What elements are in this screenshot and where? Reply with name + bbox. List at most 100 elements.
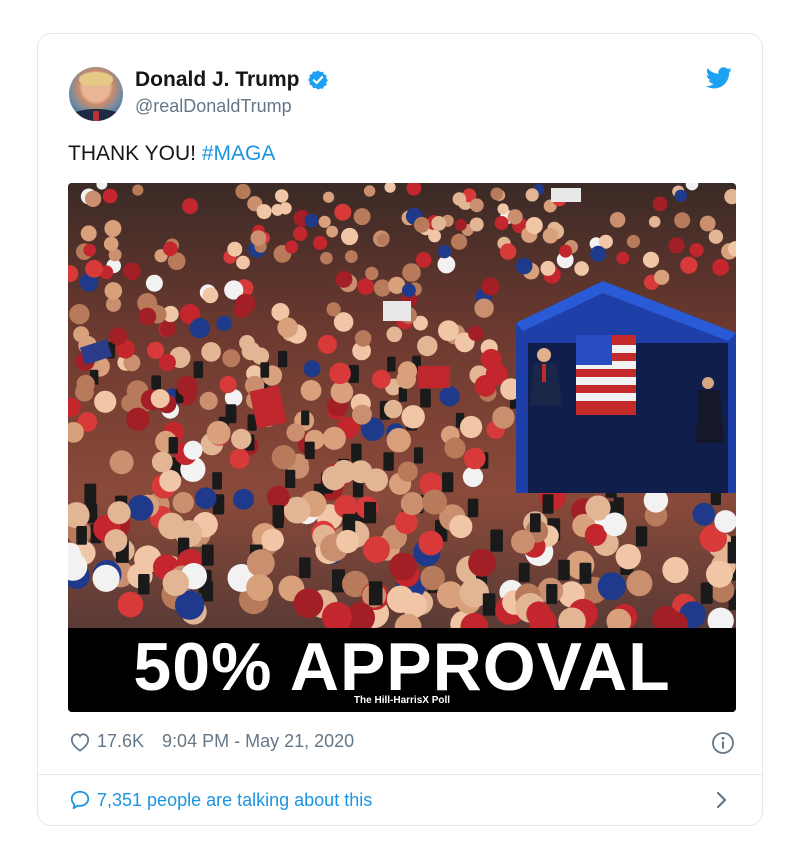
- crowd-head: [219, 376, 237, 394]
- crowd-head: [652, 196, 668, 212]
- crowd-head: [251, 347, 270, 365]
- crowd-head: [615, 544, 641, 570]
- crowd-head: [499, 243, 517, 260]
- crowd-head: [341, 227, 359, 246]
- crowd-head: [699, 215, 716, 232]
- author-name[interactable]: Donald J. Trump: [135, 68, 300, 92]
- crowd-head: [317, 334, 337, 354]
- twitter-bird-icon[interactable]: [706, 67, 732, 89]
- hashtag-link[interactable]: #MAGA: [202, 142, 276, 165]
- crowd-head: [271, 445, 296, 470]
- phone-in-hand: [442, 472, 454, 493]
- crowd-head: [233, 488, 255, 510]
- crowd-head: [145, 274, 163, 292]
- like-count[interactable]: 17.6K: [97, 731, 144, 752]
- phone-in-hand: [299, 557, 311, 578]
- crowd-head: [202, 287, 219, 304]
- phone-in-hand: [700, 582, 713, 604]
- crowd-head: [304, 213, 319, 228]
- crowd-head: [84, 190, 102, 207]
- crowd-head: [413, 216, 430, 233]
- crowd-head: [609, 212, 626, 228]
- crowd-head: [452, 192, 467, 206]
- phone-in-hand: [260, 362, 270, 378]
- crowd-head: [322, 426, 346, 450]
- crowd-head: [103, 236, 119, 252]
- crowd-head: [123, 262, 141, 281]
- phone-in-hand: [635, 526, 648, 547]
- crowd-head: [92, 564, 120, 592]
- crowd-head: [104, 282, 123, 300]
- crowd-head: [344, 250, 358, 263]
- tweet-media-image[interactable]: 50% APPROVAL The Hill-HarrisX Poll: [68, 183, 736, 712]
- crowd-head: [353, 208, 371, 226]
- crowd-head: [127, 495, 154, 521]
- crowd-head: [714, 510, 736, 533]
- crowd-head: [256, 204, 272, 220]
- poll-source-label: The Hill-HarrisX Poll: [353, 695, 451, 706]
- phone-in-hand: [542, 494, 554, 514]
- phone-in-hand: [727, 541, 736, 564]
- author-name-row[interactable]: Donald J. Trump: [135, 68, 329, 92]
- crowd-head: [318, 215, 331, 228]
- crowd-head: [603, 512, 627, 537]
- phone-in-hand: [387, 356, 396, 372]
- conversation-count-text[interactable]: 7,351 people are talking about this: [97, 790, 372, 811]
- phone-in-hand: [301, 410, 310, 426]
- phone-in-hand: [76, 526, 87, 545]
- crowd-head: [158, 512, 185, 540]
- phone-in-hand: [304, 441, 315, 460]
- crowd-head: [363, 536, 390, 563]
- phone-in-hand: [84, 483, 97, 505]
- crowd-head: [438, 320, 459, 341]
- info-icon[interactable]: [711, 731, 735, 755]
- crowd-head: [233, 302, 250, 319]
- crowd-head: [437, 255, 456, 274]
- conversation-link[interactable]: 7,351 people are talking about this: [69, 789, 372, 811]
- phone-in-hand: [467, 498, 479, 518]
- phone-in-hand: [482, 593, 496, 616]
- crowd-head: [235, 183, 251, 200]
- crowd-head: [176, 375, 198, 398]
- phone-in-hand: [364, 501, 377, 524]
- crowd-head: [454, 218, 467, 231]
- crowd-head: [511, 529, 535, 554]
- crowd-head: [384, 399, 403, 419]
- crowd-head: [286, 423, 305, 442]
- avatar[interactable]: [69, 67, 123, 121]
- crowd-head: [182, 198, 199, 215]
- crowd-head: [236, 255, 250, 270]
- crowd-head: [357, 278, 375, 295]
- crowd-head: [494, 216, 509, 230]
- crowd-head: [163, 241, 178, 257]
- crowd-head: [151, 451, 173, 473]
- crowd-head: [277, 317, 298, 338]
- tweet-card: Donald J. Trump @realDonaldTrump THANK Y…: [37, 33, 763, 826]
- crowd-head: [400, 492, 424, 516]
- crowd-head: [401, 405, 425, 429]
- crowd-head: [107, 501, 131, 525]
- crowd-head: [323, 191, 335, 203]
- crowd-head: [172, 491, 194, 514]
- crowd-head: [373, 279, 391, 297]
- crowd-head: [474, 375, 497, 397]
- crowd-head: [597, 572, 626, 601]
- crowd-head: [559, 244, 572, 258]
- crowd-head: [365, 266, 379, 281]
- crowd-head: [397, 361, 418, 381]
- crowd-head: [525, 217, 543, 235]
- crowd-head: [313, 236, 328, 250]
- heart-icon[interactable]: [69, 732, 91, 752]
- approval-caption-band: 50% APPROVAL The Hill-HarrisX Poll: [68, 628, 736, 712]
- crowd-head: [397, 461, 418, 482]
- phone-in-hand: [285, 469, 296, 488]
- tweet-timestamp[interactable]: 9:04 PM - May 21, 2020: [162, 731, 354, 752]
- crowd-head: [418, 530, 444, 556]
- chevron-right-icon[interactable]: [714, 790, 728, 810]
- author-handle[interactable]: @realDonaldTrump: [135, 96, 292, 117]
- crowd-head: [468, 325, 484, 341]
- crowd-head: [689, 243, 704, 258]
- phone-in-hand: [579, 562, 592, 584]
- crowd-head: [229, 448, 250, 469]
- avatar-tie: [93, 111, 99, 121]
